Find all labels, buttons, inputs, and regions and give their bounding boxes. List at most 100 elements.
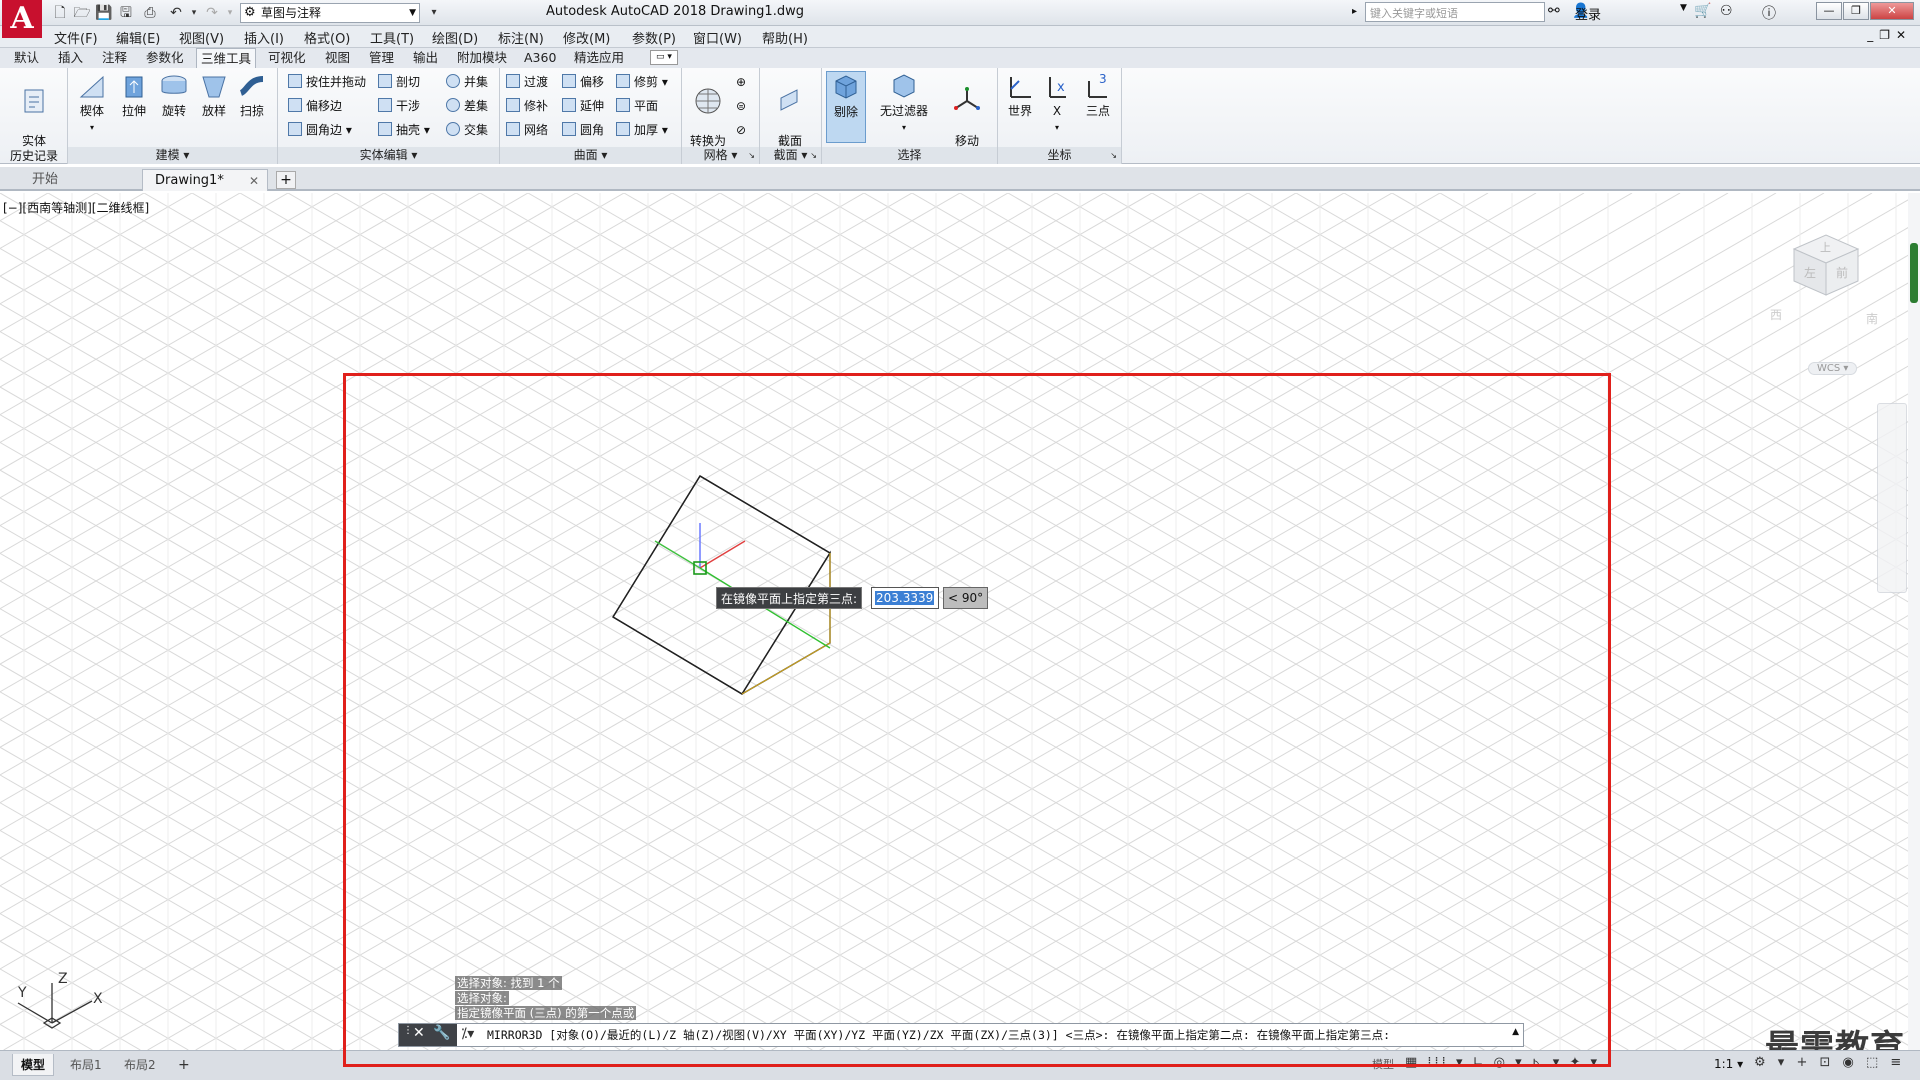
menu-modify[interactable]: 修改(M) <box>563 28 610 47</box>
panel-solid-editing-title[interactable]: 实体编辑 ▾ <box>278 147 499 164</box>
binoculars-icon[interactable]: ⚯ <box>1548 3 1560 19</box>
ucs-world-button[interactable]: 世界 <box>1002 71 1038 119</box>
tab-visualize[interactable]: 可视化 <box>264 48 310 68</box>
shell-button[interactable]: 抽壳 ▾ <box>378 120 430 140</box>
file-tab-drawing1[interactable]: Drawing1* ✕ <box>142 169 268 191</box>
connect-icon[interactable]: ⚇ <box>1720 3 1733 19</box>
tab-3d-tools[interactable]: 三维工具 <box>196 48 257 68</box>
presspull-button[interactable]: 按住并拖动 <box>288 72 366 92</box>
file-tab-start[interactable]: 开始 <box>20 169 140 191</box>
solid-history-button[interactable]: 实体 历史记录 <box>6 71 62 164</box>
panel-surface-title[interactable]: 曲面 ▾ <box>500 147 681 164</box>
cart-icon[interactable]: 🛒 <box>1694 3 1711 19</box>
viewcube-face-front[interactable]: 前 <box>1836 265 1848 280</box>
panel-launcher-icon[interactable]: ↘ <box>1110 147 1117 164</box>
viewcube[interactable]: 上 左 前 西 南 <box>1760 229 1880 339</box>
mesh-smooth-icon[interactable]: ⊕ <box>736 72 746 92</box>
tab-manage[interactable]: 管理 <box>365 48 398 68</box>
surface-fillet-button[interactable]: 圆角 <box>562 120 604 140</box>
ucs-x-button[interactable]: x X ▾ <box>1042 71 1072 135</box>
wedge-button[interactable]: 楔体 ▾ <box>74 71 110 135</box>
tab-a360[interactable]: A360 <box>520 48 560 68</box>
blend-button[interactable]: 过渡 <box>506 72 548 92</box>
command-line-grip[interactable]: ⋮ ✕ 🔧 <box>399 1024 457 1046</box>
search-input[interactable]: 键入关键字或短语 <box>1365 2 1545 22</box>
panel-mesh-title[interactable]: 网格 ▾ ↘ <box>682 147 759 164</box>
login-link[interactable]: 登录 <box>1575 4 1601 23</box>
login-dropdown-icon[interactable]: ▼ <box>1680 3 1687 13</box>
navigation-bar[interactable] <box>1877 403 1907 593</box>
interfere-button[interactable]: 干涉 <box>378 96 420 116</box>
offset-edge-button[interactable]: 偏移边 <box>288 96 342 116</box>
menu-dimension[interactable]: 标注(N) <box>498 28 544 47</box>
planar-button[interactable]: 平面 <box>616 96 658 116</box>
close-icon[interactable]: ✕ <box>249 170 259 192</box>
add-layout-button[interactable]: + <box>170 1054 198 1076</box>
union-button[interactable]: 并集 <box>446 72 488 92</box>
layout-tab-model[interactable]: 模型 <box>12 1054 55 1076</box>
ucs-3point-button[interactable]: 3 三点 <box>1080 71 1116 119</box>
intersect-button[interactable]: 交集 <box>446 120 488 140</box>
culling-button[interactable]: 剔除 <box>826 71 866 143</box>
menu-draw[interactable]: 绘图(D) <box>432 28 478 47</box>
sweep-button[interactable]: 扫掠 <box>234 71 270 119</box>
close-icon[interactable]: ✕ <box>413 1025 425 1041</box>
patch-button[interactable]: 修补 <box>506 96 548 116</box>
menu-parametric[interactable]: 参数(P) <box>632 28 676 47</box>
menu-help[interactable]: 帮助(H) <box>762 28 808 47</box>
thicken-button[interactable]: 加厚 ▾ <box>616 120 668 140</box>
drag-handle-icon[interactable]: ⋮ <box>403 1025 413 1036</box>
command-history-toggle-icon[interactable]: ▲ <box>1512 1027 1519 1037</box>
menu-insert[interactable]: 插入(I) <box>244 28 284 47</box>
fillet-edge-button[interactable]: 圆角边 ▾ <box>288 120 352 140</box>
menu-window[interactable]: 窗口(W) <box>693 28 742 47</box>
layout-tab-layout2[interactable]: 布局2 <box>116 1054 164 1076</box>
layout-tab-layout1[interactable]: 布局1 <box>62 1054 110 1076</box>
close-button[interactable]: ✕ <box>1870 2 1914 20</box>
tab-output[interactable]: 输出 <box>409 48 442 68</box>
status-model-space[interactable]: 模型 <box>1364 1054 1402 1076</box>
viewcube-face-top[interactable]: 上 <box>1820 241 1831 254</box>
subtract-button[interactable]: 差集 <box>446 96 488 116</box>
mesh-refine-icon[interactable]: ⊜ <box>736 96 746 116</box>
menu-tools[interactable]: 工具(T) <box>370 28 414 47</box>
drawing-viewport[interactable]: Z Y X [−][西南等轴测][二维线框] 上 左 前 西 南 WCS ▾ 在… <box>0 193 1920 1050</box>
slice-button[interactable]: 剖切 <box>378 72 420 92</box>
tab-default[interactable]: 默认 <box>10 48 43 68</box>
panel-modeling-title[interactable]: 建模 ▾ <box>68 147 277 164</box>
panel-section-title[interactable]: 截面 ▾ ↘ <box>760 147 821 164</box>
tab-addins[interactable]: 附加模块 <box>453 48 511 68</box>
wrench-icon[interactable]: 🔧 <box>433 1025 450 1041</box>
annotation-scale[interactable]: 1:1 ▾ <box>1714 1057 1743 1071</box>
panel-selection-title[interactable]: 选择 <box>822 147 997 164</box>
panel-launcher-icon[interactable]: ↘ <box>748 147 755 164</box>
scrollbar-thumb[interactable] <box>1910 243 1918 303</box>
new-tab-button[interactable]: + <box>276 171 296 189</box>
menu-file[interactable]: 文件(F) <box>54 28 98 47</box>
panel-launcher-icon[interactable]: ↘ <box>810 147 817 164</box>
command-line-text[interactable]: MIRROR3D [对象(O)/最近的(L)/Z 轴(Z)/视图(V)/XY 平… <box>487 1027 1390 1043</box>
revolve-button[interactable]: 旋转 <box>156 71 192 119</box>
loft-button[interactable]: 放样 <box>196 71 232 119</box>
minimize-button[interactable]: — <box>1816 2 1842 20</box>
tab-parametric[interactable]: 参数化 <box>142 48 188 68</box>
help-icon[interactable]: ⓘ <box>1762 3 1776 23</box>
panel-coordinates-title[interactable]: 坐标 ↘ <box>998 147 1121 164</box>
document-window-controls[interactable]: _❐✕ <box>1867 28 1912 42</box>
extrude-button[interactable]: 拉伸 <box>116 71 152 119</box>
tab-featured-apps[interactable]: 精选应用 <box>570 48 628 68</box>
viewcube-face-left[interactable]: 左 <box>1804 265 1816 280</box>
tab-insert[interactable]: 插入 <box>54 48 87 68</box>
extend-button[interactable]: 延伸 <box>562 96 604 116</box>
status-bar-toggles[interactable]: ▦ ⁞⁞⁞ ▾ ∟ ◎ ▾ ⊾ ▾ ✦ ▾ <box>1405 1055 1600 1070</box>
tab-annotate[interactable]: 注释 <box>98 48 131 68</box>
menu-view[interactable]: 视图(V) <box>179 28 224 47</box>
status-bar-tools[interactable]: ⚙ ▾ + ⊡ ◉ ⬚ ≡ <box>1754 1055 1905 1070</box>
ribbon-minimize-toggle[interactable]: ▭ ▾ <box>650 50 678 65</box>
application-menu-button[interactable]: A <box>2 0 42 38</box>
search-expand-icon[interactable]: ▸ <box>1352 2 1364 22</box>
menu-edit[interactable]: 编辑(E) <box>116 28 160 47</box>
viewport-controls-label[interactable]: [−][西南等轴测][二维线框] <box>3 199 149 216</box>
trim-button[interactable]: 修剪 ▾ <box>616 72 668 92</box>
no-filter-button[interactable]: 无过滤器 ▾ <box>872 71 936 135</box>
